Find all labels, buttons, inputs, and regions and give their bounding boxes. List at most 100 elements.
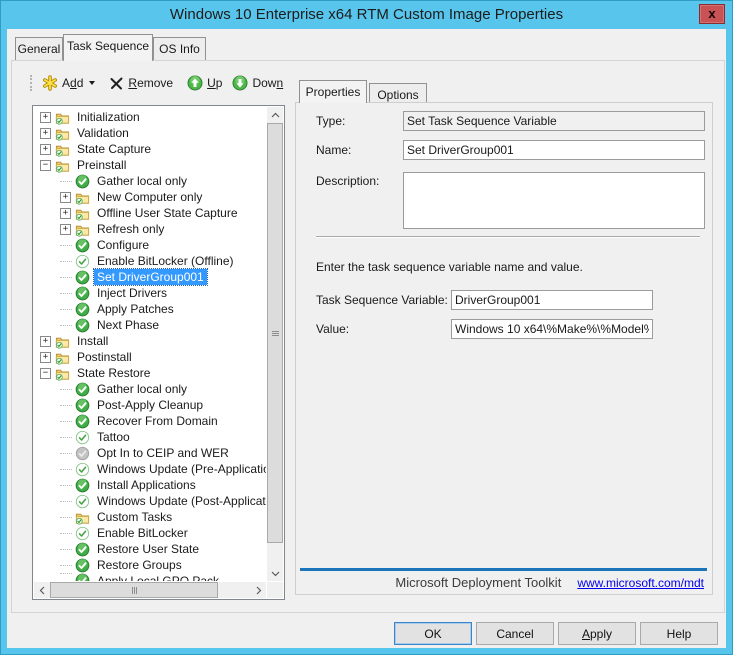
- tree-item[interactable]: Gather local only: [34, 381, 266, 397]
- down-label: Down: [252, 76, 283, 90]
- tree-item[interactable]: Windows Update (Pre-Application Inst: [34, 461, 266, 477]
- tree-connector: [60, 293, 72, 294]
- tab-properties[interactable]: Properties: [299, 80, 367, 103]
- tree-item[interactable]: + Install: [34, 333, 266, 349]
- tree-item[interactable]: Next Phase: [34, 317, 266, 333]
- tree-item-label: Validation: [74, 125, 132, 141]
- remove-button[interactable]: Remove: [109, 76, 173, 91]
- tree-item-label: Install: [74, 333, 111, 349]
- tree-item[interactable]: Apply Patches: [34, 301, 266, 317]
- tree-item[interactable]: −State Restore: [34, 365, 266, 381]
- tree-connector: [60, 421, 72, 422]
- vertical-scroll-thumb[interactable]: [267, 123, 283, 543]
- tree-item[interactable]: Restore User State: [34, 541, 266, 557]
- green-check-icon: [75, 398, 90, 413]
- expand-icon[interactable]: +: [60, 224, 71, 235]
- expand-icon[interactable]: +: [40, 336, 51, 347]
- down-button[interactable]: Down: [232, 75, 283, 91]
- tree-item[interactable]: Windows Update (Post-Application Ins: [34, 493, 266, 509]
- up-button[interactable]: Up: [187, 75, 222, 91]
- title-bar: Windows 10 Enterprise x64 RTM Custom Ima…: [1, 1, 732, 29]
- expand-icon[interactable]: +: [40, 112, 51, 123]
- tree-connector: [60, 533, 72, 534]
- cancel-button[interactable]: Cancel: [476, 622, 554, 645]
- tree-connector: [60, 549, 72, 550]
- close-button[interactable]: x: [699, 4, 725, 24]
- scroll-up-button[interactable]: [267, 107, 283, 122]
- tree-item-label: Set DriverGroup001: [94, 269, 207, 285]
- scroll-thumb-grip: [132, 587, 137, 594]
- tree-item[interactable]: +Initialization: [34, 109, 266, 125]
- tree-connector: [60, 437, 72, 438]
- green-check-icon: [75, 270, 90, 285]
- tree-item[interactable]: Post-Apply Cleanup: [34, 397, 266, 413]
- tree-item[interactable]: Apply Local GPO Pack: [34, 573, 266, 581]
- tree-item[interactable]: −Preinstall: [34, 157, 266, 173]
- tree-item-label: Install Applications: [94, 477, 199, 493]
- scroll-right-button[interactable]: [251, 582, 266, 598]
- folder-check-icon: [75, 206, 90, 221]
- tree-vertical-scrollbar[interactable]: [267, 107, 283, 581]
- tree-item[interactable]: Install Applications: [34, 477, 266, 493]
- expand-icon[interactable]: +: [40, 128, 51, 139]
- mdt-link[interactable]: www.microsoft.com/mdt: [577, 576, 704, 590]
- toolbar: Add Remove: [30, 71, 283, 95]
- description-input[interactable]: [403, 172, 705, 229]
- tree-item[interactable]: +Postinstall: [34, 349, 266, 365]
- tree-item[interactable]: + State Capture: [34, 141, 266, 157]
- tree-item[interactable]: + Validation: [34, 125, 266, 141]
- expand-icon[interactable]: +: [60, 192, 71, 203]
- tree-item[interactable]: Set DriverGroup001: [34, 269, 266, 285]
- dialog-body: General Task Sequence OS Info: [7, 29, 726, 648]
- tree-item[interactable]: Enable BitLocker (Offline): [34, 253, 266, 269]
- scroll-left-button[interactable]: [34, 582, 49, 598]
- gray-check-icon: [75, 446, 90, 461]
- value-input[interactable]: [451, 319, 653, 339]
- apply-button[interactable]: Apply: [558, 622, 636, 645]
- green-check-icon: [75, 414, 90, 429]
- tree-item[interactable]: Configure: [34, 237, 266, 253]
- tree-item-label: Windows Update (Pre-Application Inst: [94, 461, 266, 477]
- tab-options[interactable]: Options: [369, 83, 427, 102]
- tree-item-label: Opt In to CEIP and WER: [94, 445, 232, 461]
- tab-os-info[interactable]: OS Info: [153, 37, 206, 60]
- collapse-icon[interactable]: −: [40, 368, 51, 379]
- help-button[interactable]: Help: [640, 622, 718, 645]
- tree-item[interactable]: Gather local only: [34, 173, 266, 189]
- ok-button[interactable]: OK: [394, 622, 472, 645]
- collapse-icon[interactable]: −: [40, 160, 51, 171]
- tree-item-label: Apply Local GPO Pack: [94, 573, 222, 581]
- scroll-down-button[interactable]: [267, 566, 283, 581]
- tree-connector: [60, 517, 72, 518]
- tree-item[interactable]: Recover From Domain: [34, 413, 266, 429]
- expand-icon[interactable]: +: [40, 144, 51, 155]
- tree-item-label: State Capture: [74, 141, 154, 157]
- tab-general-label: General: [18, 42, 61, 56]
- tsv-input[interactable]: [451, 290, 653, 310]
- expand-icon[interactable]: +: [60, 208, 71, 219]
- tab-task-sequence[interactable]: Task Sequence: [63, 34, 153, 61]
- green-check-icon: [75, 542, 90, 557]
- green-check-icon: [75, 238, 90, 253]
- add-button[interactable]: Add: [42, 75, 95, 91]
- tab-general[interactable]: General: [15, 37, 63, 60]
- tree-item-label: Refresh only: [94, 221, 167, 237]
- chevron-down-icon: [89, 81, 95, 85]
- name-input[interactable]: [403, 140, 705, 160]
- tree-horizontal-scrollbar[interactable]: [34, 582, 266, 598]
- tree-item[interactable]: Inject Drivers: [34, 285, 266, 301]
- expand-icon[interactable]: +: [40, 352, 51, 363]
- tree-connector: [60, 245, 72, 246]
- tree-item[interactable]: Opt In to CEIP and WER: [34, 445, 266, 461]
- tree-item[interactable]: + Refresh only: [34, 221, 266, 237]
- tree-item[interactable]: Restore Groups: [34, 557, 266, 573]
- tree-item[interactable]: +New Computer only: [34, 189, 266, 205]
- tree-item[interactable]: Enable BitLocker: [34, 525, 266, 541]
- tab-options-label: Options: [377, 88, 418, 102]
- up-label: Up: [207, 76, 222, 90]
- toolbar-grip[interactable]: [30, 75, 33, 91]
- tree-item[interactable]: +Offline User State Capture: [34, 205, 266, 221]
- tree-item[interactable]: Custom Tasks: [34, 509, 266, 525]
- tree-item[interactable]: Tattoo: [34, 429, 266, 445]
- horizontal-scroll-thumb[interactable]: [50, 582, 218, 598]
